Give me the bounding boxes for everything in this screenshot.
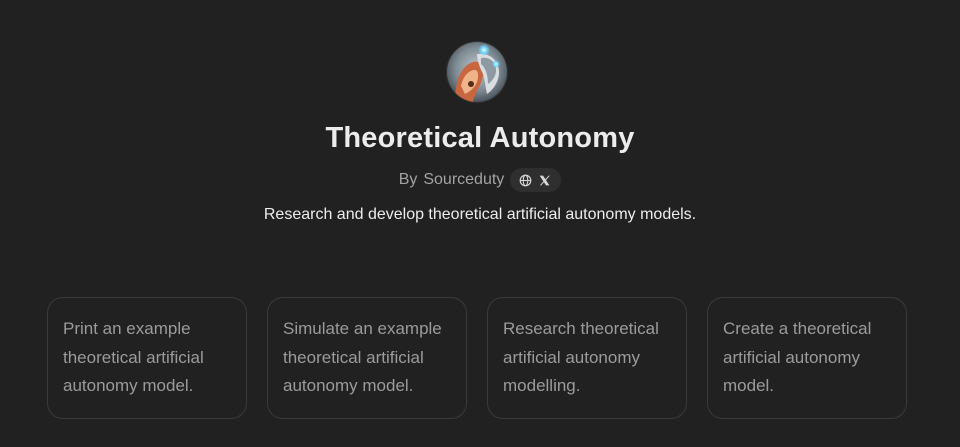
x-logo-icon[interactable] [538,174,551,187]
gpt-description: Research and develop theoretical artific… [263,206,697,223]
gpt-title: Theoretical Autonomy [325,122,635,154]
starter-card[interactable]: Print an example theoretical artificial … [47,297,247,419]
conversation-starters: Print an example theoretical artificial … [47,297,907,419]
starter-card[interactable]: Simulate an example theoretical artifici… [267,297,467,419]
avatar-image [447,42,507,102]
starter-card-text: Print an example theoretical artificial … [63,319,204,395]
globe-icon[interactable] [519,174,532,187]
author-line: By Sourceduty [0,168,960,192]
gpt-avatar [447,42,507,102]
author-name: Sourceduty [423,171,505,188]
starter-card[interactable]: Create a theoretical artificial autonomy… [707,297,907,419]
starter-card[interactable]: Research theoretical artificial autonomy… [487,297,687,419]
starter-card-text: Simulate an example theoretical artifici… [283,319,442,395]
starter-card-text: Create a theoretical artificial autonomy… [723,319,872,395]
gpt-landing: Theoretical Autonomy By Sourceduty Resea… [0,0,960,447]
starter-card-text: Research theoretical artificial autonomy… [503,319,659,395]
by-prefix: By [398,171,418,188]
social-links [510,168,562,192]
